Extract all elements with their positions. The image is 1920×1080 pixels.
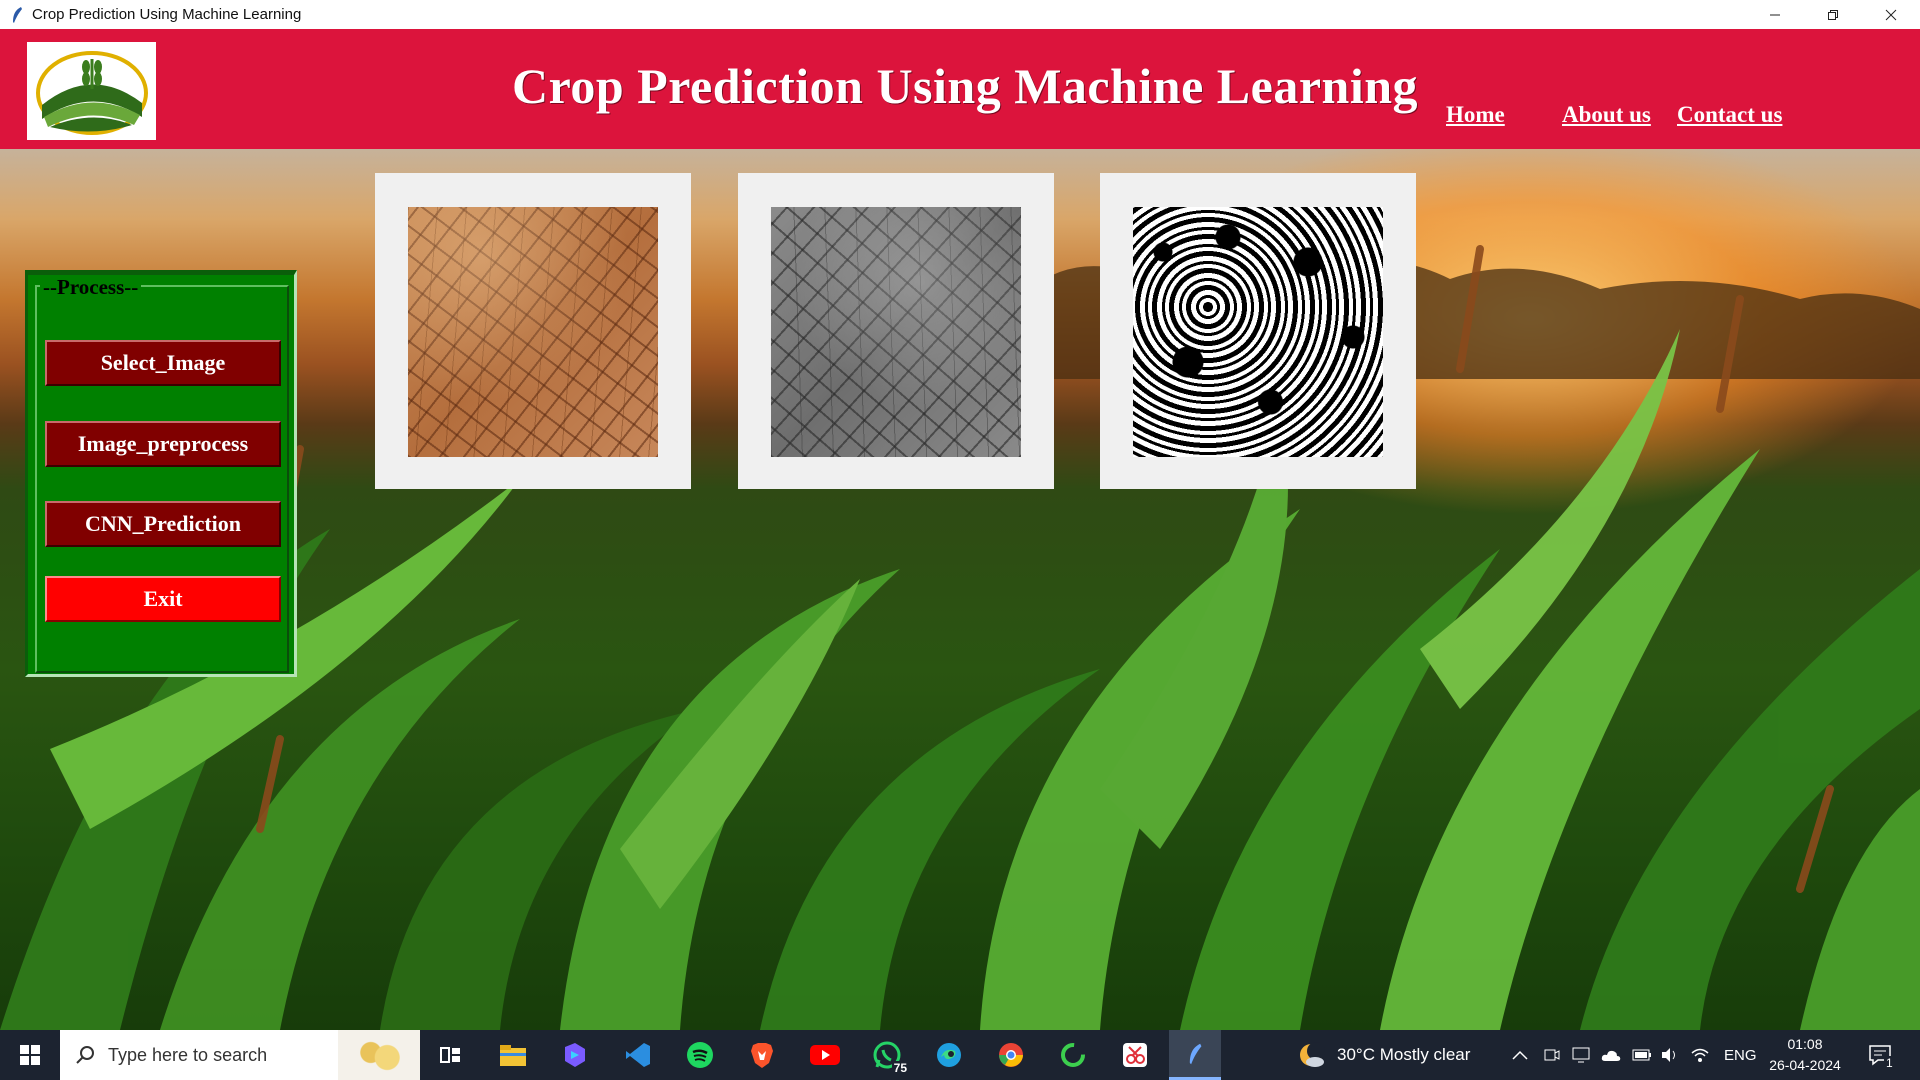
- brave-icon[interactable]: [744, 1037, 780, 1073]
- display-icon[interactable]: [1572, 1030, 1590, 1080]
- volume-icon[interactable]: [1660, 1030, 1680, 1080]
- chrome-icon[interactable]: [993, 1037, 1029, 1073]
- original-soil-image: [408, 207, 658, 457]
- grayscale-soil-image: [771, 207, 1021, 457]
- feather-icon: [6, 4, 28, 26]
- image-preprocess-button[interactable]: Image_preprocess: [45, 421, 281, 467]
- taskbar: Type here to search 75 30°C Mostly clear…: [0, 1030, 1920, 1080]
- process-panel: --Process-- Select_Image Image_preproces…: [25, 270, 297, 677]
- app-header: Crop Prediction Using Machine Learning H…: [0, 29, 1920, 149]
- wifi-icon[interactable]: [1690, 1030, 1710, 1080]
- youtube-icon[interactable]: [807, 1037, 843, 1073]
- window-title: Crop Prediction Using Machine Learning: [32, 6, 302, 23]
- weather-widget[interactable]: 30°C Mostly clear: [1297, 1030, 1470, 1080]
- original-image-frame: [375, 173, 691, 489]
- select-image-button[interactable]: Select_Image: [45, 340, 281, 386]
- clock-time: 01:08: [1787, 1036, 1823, 1052]
- clock-date: 26-04-2024: [1769, 1057, 1841, 1073]
- task-view-icon[interactable]: [432, 1037, 468, 1073]
- nav-contact-link[interactable]: Contact us: [1677, 102, 1782, 128]
- restore-icon[interactable]: [1804, 0, 1862, 29]
- meet-now-icon[interactable]: [1544, 1030, 1560, 1080]
- file-explorer-icon[interactable]: [495, 1037, 531, 1073]
- notification-center-icon[interactable]: 1: [1868, 1030, 1903, 1080]
- weather-moon-icon: [1300, 1042, 1325, 1067]
- copilot-icon[interactable]: [557, 1037, 593, 1073]
- notification-count: 1: [1884, 1056, 1895, 1070]
- language-indicator[interactable]: ENG: [1724, 1030, 1757, 1080]
- grayscale-image-frame: [738, 173, 1054, 489]
- green-ring-app-icon[interactable]: [1055, 1037, 1091, 1073]
- onedrive-cloud-icon[interactable]: [1601, 1030, 1621, 1080]
- search-icon: [74, 1044, 96, 1066]
- farm-logo: [27, 42, 156, 140]
- spotify-icon[interactable]: [682, 1037, 718, 1073]
- exit-button[interactable]: Exit: [45, 576, 281, 622]
- whatsapp-icon[interactable]: 75: [869, 1037, 909, 1075]
- taskbar-search-box[interactable]: Type here to search: [60, 1030, 420, 1080]
- taskbar-clock[interactable]: 01:08 26-04-2024: [1765, 1034, 1845, 1076]
- snipping-tool-icon[interactable]: [1117, 1037, 1153, 1073]
- weather-text: 30°C Mostly clear: [1337, 1045, 1471, 1064]
- close-icon[interactable]: [1862, 0, 1920, 29]
- battery-icon[interactable]: [1632, 1030, 1652, 1080]
- process-legend: --Process--: [40, 275, 142, 300]
- nav-home-link[interactable]: Home: [1446, 102, 1505, 128]
- binary-image-frame: [1100, 173, 1416, 489]
- nav-about-link[interactable]: About us: [1562, 102, 1651, 128]
- tray-chevron-up-icon[interactable]: [1512, 1030, 1528, 1080]
- cnn-prediction-button[interactable]: CNN_Prediction: [45, 501, 281, 547]
- window-titlebar: Crop Prediction Using Machine Learning: [0, 0, 1920, 29]
- page-title: Crop Prediction Using Machine Learning: [511, 58, 1419, 114]
- minimize-icon[interactable]: [1746, 0, 1804, 29]
- search-placeholder: Type here to search: [108, 1044, 268, 1065]
- vscode-icon[interactable]: [620, 1037, 656, 1073]
- whatsapp-unread-badge: 75: [891, 1061, 909, 1075]
- edge-icon[interactable]: [931, 1037, 967, 1073]
- search-highlight-image: [338, 1030, 420, 1080]
- python-feather-icon[interactable]: [1169, 1030, 1221, 1080]
- binary-soil-image: [1133, 207, 1383, 457]
- windows-start-icon[interactable]: [0, 1030, 60, 1080]
